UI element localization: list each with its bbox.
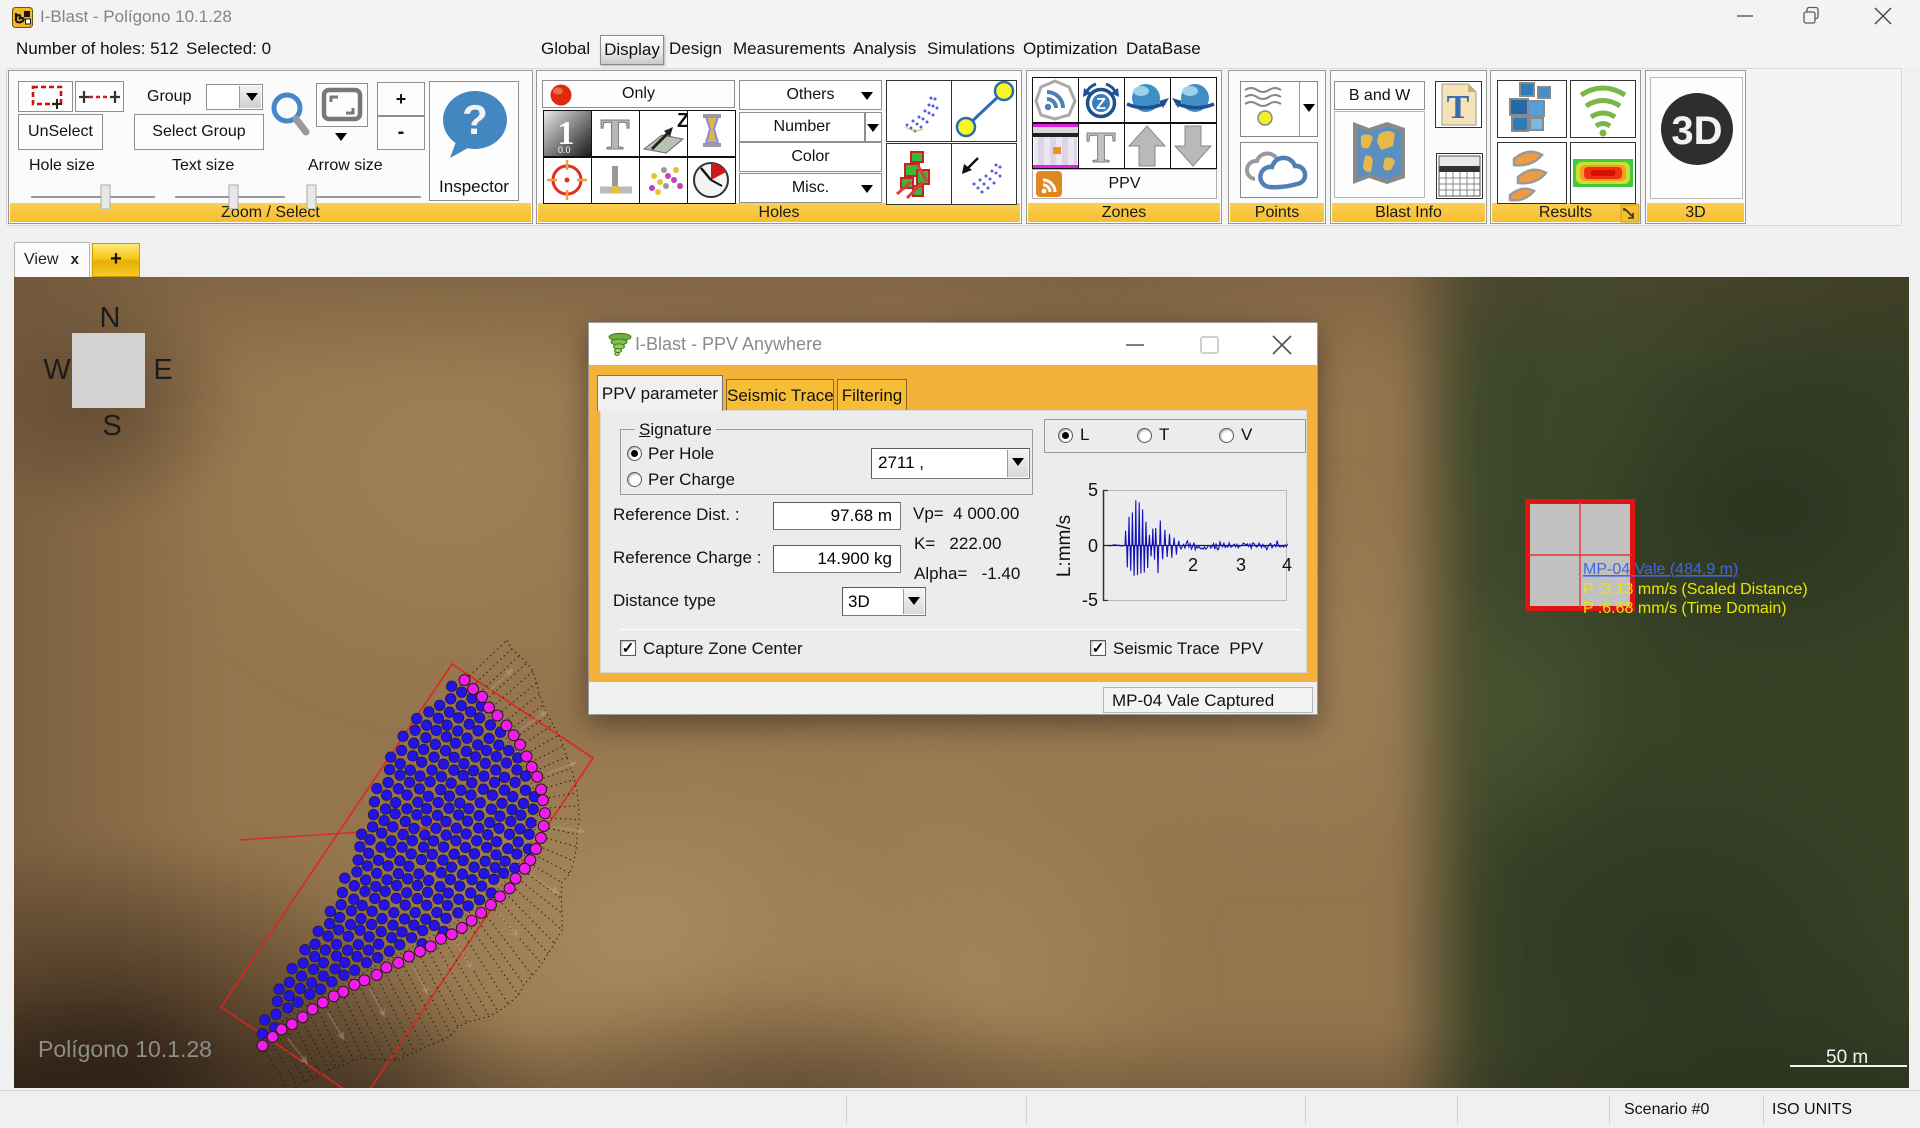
svg-text:L:mm/s: L:mm/s — [1054, 515, 1075, 577]
svg-text:?: ? — [462, 96, 488, 143]
svg-text:4: 4 — [1282, 555, 1292, 575]
svg-text:N: N — [100, 302, 121, 334]
svg-text:0.0: 0.0 — [558, 145, 571, 155]
svg-text:T: T — [1447, 89, 1470, 126]
svg-text:P :3.13 mm/s (Scaled Distance): P :3.13 mm/s (Scaled Distance) — [1583, 581, 1808, 598]
svg-text:50 m: 50 m — [1826, 1047, 1868, 1068]
svg-text:T: T — [1086, 124, 1115, 168]
svg-text:3: 3 — [1236, 555, 1246, 575]
svg-text:3D: 3D — [1671, 109, 1722, 153]
svg-text:E: E — [153, 354, 172, 386]
svg-text:2: 2 — [1188, 555, 1198, 575]
svg-text:-5: -5 — [1082, 590, 1098, 610]
svg-text:Z: Z — [677, 111, 687, 132]
svg-text:Z: Z — [1096, 96, 1106, 113]
svg-text:MP-04 Vale (484.9 m): MP-04 Vale (484.9 m) — [1583, 561, 1738, 578]
svg-text:W: W — [43, 354, 71, 386]
svg-text:T: T — [600, 111, 629, 156]
svg-text:S: S — [102, 410, 121, 442]
svg-text:0: 0 — [1088, 536, 1098, 556]
svg-text:P :6.68 mm/s (Time Domain): P :6.68 mm/s (Time Domain) — [1583, 600, 1787, 617]
svg-text:5: 5 — [1088, 480, 1098, 500]
svg-text:Polígono 10.1.28: Polígono 10.1.28 — [38, 1036, 212, 1062]
